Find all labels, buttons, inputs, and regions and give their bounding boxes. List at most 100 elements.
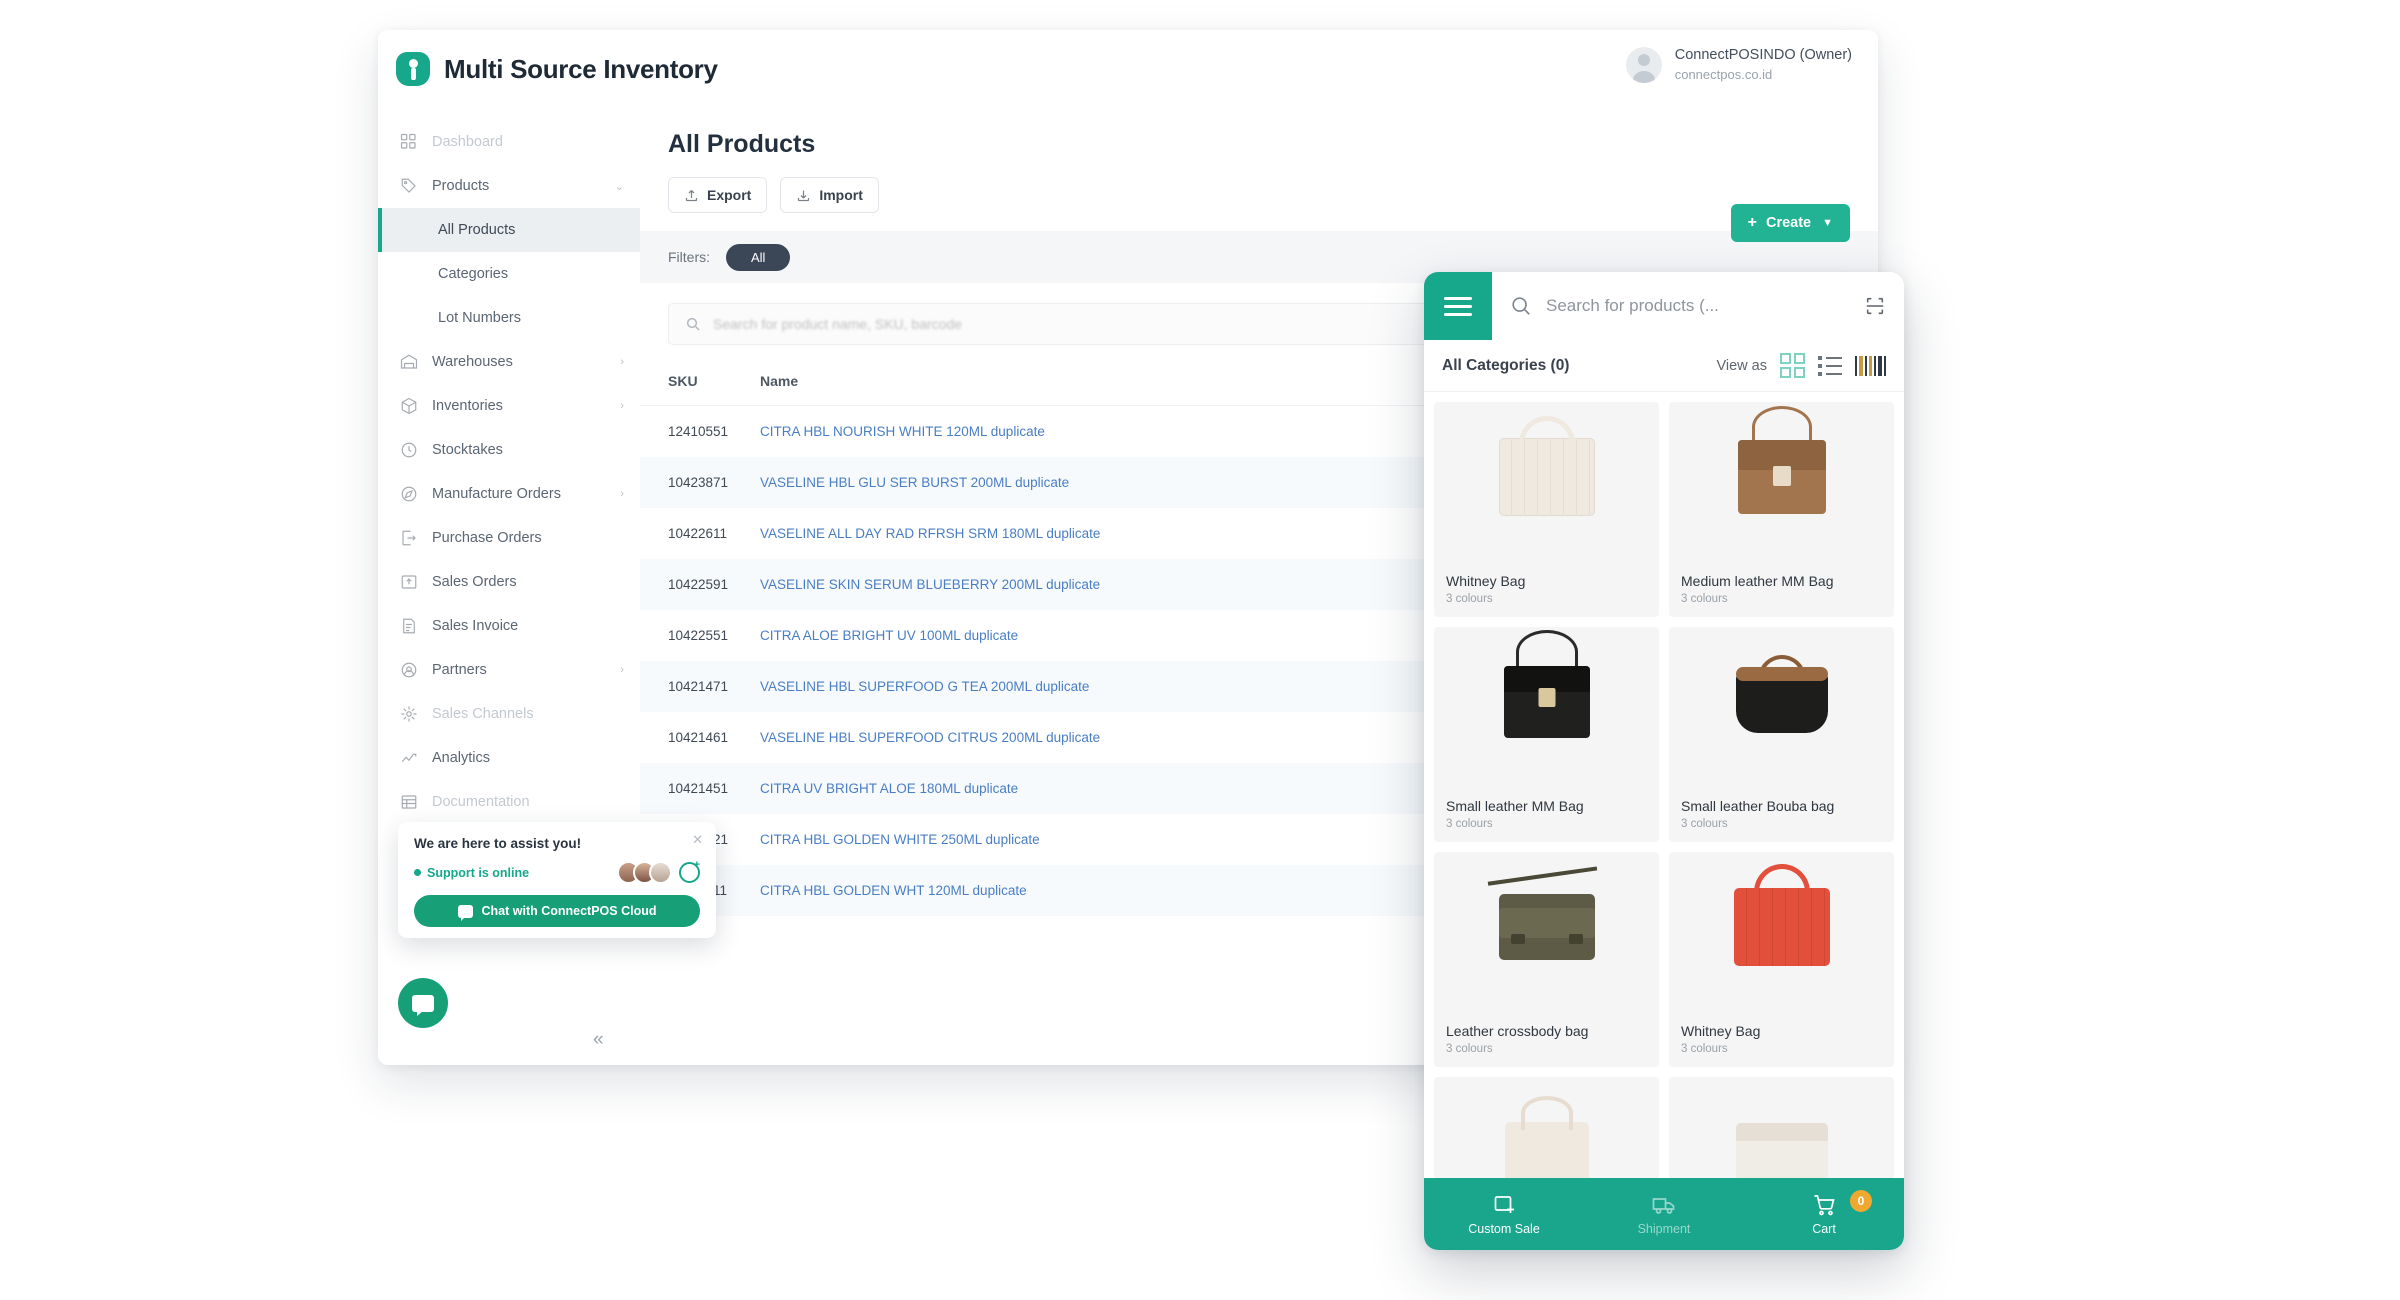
view-as-group: View as [1716,353,1886,378]
pos-product-grid: Whitney Bag 3 colours Medium leather MM Ba… [1424,392,1904,1178]
cell-sku: 10422551 [668,628,729,643]
sidebar-item-sales-invoice[interactable]: Sales Invoice [378,604,640,648]
bottom-nav-label: Custom Sale [1468,1221,1540,1236]
account-name: ConnectPOSINDO (Owner) [1674,47,1852,63]
sidebar-item-label: Products [432,178,490,194]
pos-header: Search for products (... [1424,272,1904,340]
sidebar-item-categories[interactable]: Categories [378,252,640,296]
chat-cta-label: Chat with ConnectPOS Cloud [481,904,657,918]
chat-fab-button[interactable] [398,978,448,1028]
sidebar-item-sales-channels[interactable]: Sales Channels [378,692,640,736]
pos-search-box[interactable]: Search for products (... [1492,272,1904,340]
chevron-down-icon: ▼ [1822,217,1833,229]
screenshot-root: Multi Source Inventory ConnectPOSINDO (O… [0,0,2400,1300]
product-card[interactable] [1434,1077,1659,1178]
tag-icon [400,177,418,195]
import-button[interactable]: Import [780,177,879,213]
page-title: All Products [668,130,816,158]
sidebar-item-all-products[interactable]: All Products [378,208,640,252]
account-menu[interactable]: ConnectPOSINDO (Owner) connectpos.co.id [1625,46,1852,83]
support-chat-card: We are here to assist you! ✕ Support is … [398,822,716,938]
product-image [1434,402,1659,552]
export-icon [685,189,698,201]
grid-view-icon[interactable] [1780,353,1805,378]
sidebar-item-warehouses[interactable]: Warehouses › [378,340,640,384]
product-card[interactable]: Leather crossbody bag 3 colours [1434,852,1659,1067]
cell-sku: 12410551 [668,424,729,439]
close-icon[interactable]: ✕ [692,832,703,848]
box-icon [400,397,418,415]
filter-chip-all[interactable]: All [726,243,791,271]
app-title: Multi Source Inventory [444,53,718,84]
bottom-nav-shipment[interactable]: Shipment [1584,1193,1744,1236]
create-button[interactable]: + Create ▼ [1730,204,1850,242]
cell-sku: 10421451 [668,781,729,796]
sidebar-item-inventories[interactable]: Inventories › [378,384,640,428]
sidebar-item-purchase-orders[interactable]: Purchase Orders [378,516,640,560]
export-button[interactable]: Export [668,177,768,213]
all-categories-label[interactable]: All Categories (0) [1442,357,1569,375]
avatar [649,861,672,884]
brand[interactable]: Multi Source Inventory [396,52,718,86]
product-card[interactable]: Small leather MM Bag 3 colours [1434,627,1659,842]
product-colours: 3 colours [1446,593,1493,605]
product-card[interactable]: Whitney Bag 3 colours [1669,852,1894,1067]
barcode-view-icon[interactable] [1855,355,1886,376]
sidebar-item-analytics[interactable]: Analytics [378,736,640,780]
chevron-icon: › [620,664,624,676]
product-image [1669,852,1894,1002]
sales-order-icon [400,573,418,591]
sidebar-item-dashboard[interactable]: Dashboard [378,120,640,164]
chat-bubble-icon [412,994,434,1016]
account-text: ConnectPOSINDO (Owner) connectpos.co.id [1675,46,1852,83]
cell-sku: 10421461 [668,730,729,745]
shopping-cart-icon [1814,1194,1835,1215]
product-image [1669,402,1894,552]
cell-sku: 10422591 [668,577,729,592]
sidebar-item-documentation[interactable]: Documentation [378,780,640,824]
sidebar-collapse-button[interactable]: « [593,1029,603,1051]
invoice-icon [400,617,418,635]
sidebar-item-sales-orders[interactable]: Sales Orders [378,560,640,604]
pos-search-placeholder: Search for products (... [1546,296,1719,315]
support-status-row: Support is online [414,859,700,884]
product-image [1669,627,1894,777]
sidebar-item-products[interactable]: Products ⌄ [378,164,640,208]
clock-icon [400,441,418,459]
product-name: Small leather Bouba bag [1681,797,1835,814]
product-card[interactable]: Whitney Bag 3 colours [1434,402,1659,617]
hamburger-menu-icon[interactable] [1424,272,1492,340]
chat-cta-button[interactable]: Chat with ConnectPOS Cloud [414,895,700,927]
sidebar-item-manufacture-orders[interactable]: Manufacture Orders › [378,472,640,516]
sidebar-item-label: Lot Numbers [438,310,522,326]
product-colours: 3 colours [1446,818,1493,830]
sidebar-item-partners[interactable]: Partners › [378,648,640,692]
bottom-nav-cart[interactable]: 0 Cart [1744,1189,1904,1236]
bottom-nav-custom-sale[interactable]: Custom Sale [1424,1193,1584,1236]
column-sku[interactable]: SKU [640,363,760,406]
admin-topbar: Multi Source Inventory ConnectPOSINDO (O… [378,30,1878,108]
sidebar-item-label: Sales Channels [432,706,534,722]
custom-sale-icon [1494,1195,1514,1213]
list-view-icon[interactable] [1818,356,1842,376]
sidebar-item-label: Sales Invoice [432,618,519,634]
product-name: Small leather MM Bag [1446,797,1584,814]
sidebar-item-label: All Products [438,222,516,238]
sidebar-item-label: Stocktakes [432,442,503,458]
partners-icon [400,661,418,679]
product-meta: Leather crossbody bag 3 colours [1446,1023,1649,1056]
cell-sku: 10422611 [668,526,728,541]
product-card[interactable]: Medium leather MM Bag 3 colours [1669,402,1894,617]
product-meta: Small leather MM Bag 3 colours [1446,798,1649,831]
product-card[interactable]: Small leather Bouba bag 3 colours [1669,627,1894,842]
create-label: Create [1765,215,1812,231]
cell-sku: 10423871 [668,475,729,490]
sidebar-item-stocktakes[interactable]: Stocktakes [378,428,640,472]
search-icon [1512,297,1530,315]
channels-icon [400,705,418,723]
status-dot-icon [414,869,421,876]
documentation-icon [400,793,418,811]
product-card[interactable] [1669,1077,1894,1178]
barcode-scan-icon[interactable] [1864,295,1886,317]
sidebar-item-lot-numbers[interactable]: Lot Numbers [378,296,640,340]
